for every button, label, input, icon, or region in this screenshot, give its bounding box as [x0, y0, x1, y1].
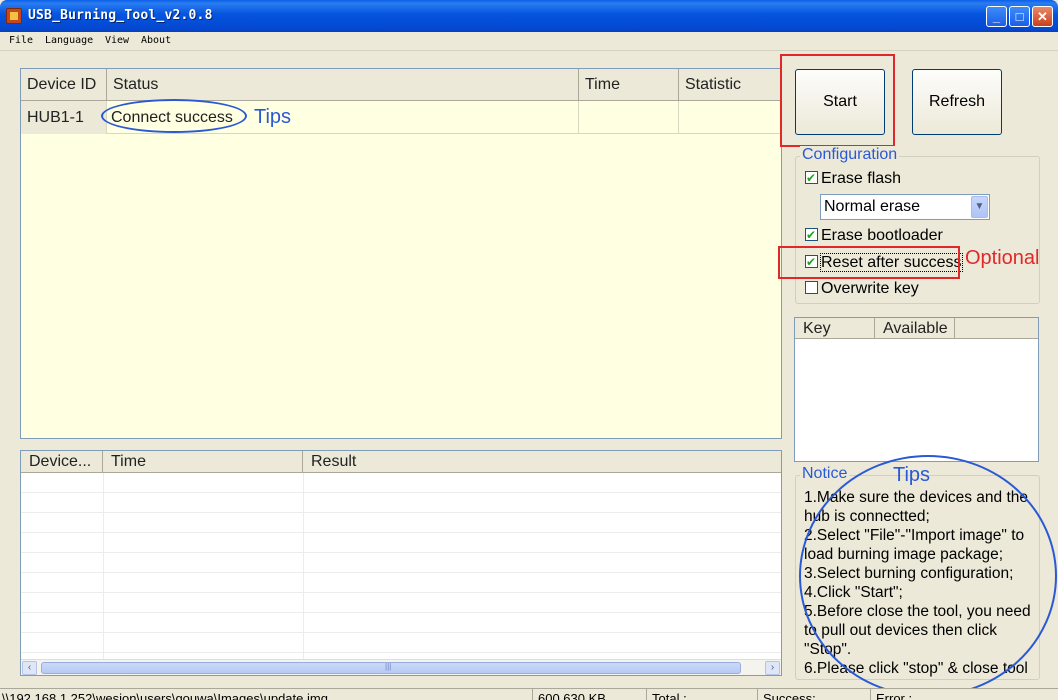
column-status[interactable]: Status — [107, 69, 579, 101]
horizontal-scrollbar[interactable]: ‹ ||| › — [21, 659, 781, 675]
configuration-legend: Configuration — [800, 146, 900, 164]
status-success: Success: — [763, 691, 816, 700]
tips-ellipse-status — [101, 99, 247, 133]
list-item — [21, 593, 781, 613]
status-divider — [870, 689, 871, 700]
chevron-down-icon[interactable]: ▼ — [971, 196, 988, 218]
menu-about[interactable]: About — [141, 35, 171, 46]
menu-view[interactable]: View — [105, 35, 129, 46]
cell-device-id: HUB1-1 — [21, 101, 107, 134]
key-list-header: Key Available — [795, 318, 1038, 339]
status-error: Error : — [876, 691, 913, 700]
list-item — [21, 553, 781, 573]
status-image-path: \\192.168.1.252\wesion\users\gouwa\Image… — [2, 691, 328, 700]
refresh-button[interactable]: Refresh — [912, 69, 1002, 135]
scroll-right-icon[interactable]: › — [765, 661, 780, 675]
list-item — [21, 573, 781, 593]
checkbox-icon[interactable] — [805, 225, 818, 245]
erase-bootloader-label: Erase bootloader — [821, 227, 943, 244]
log-grid[interactable]: Device... Time Result ‹ ||| › — [20, 450, 782, 676]
cell-statistic — [679, 101, 781, 134]
menu-bar: File Language View About — [0, 32, 1058, 51]
maximize-button[interactable]: □ — [1009, 6, 1030, 27]
log-grid-header: Device... Time Result — [21, 451, 781, 473]
tips-label-notice: Tips — [893, 464, 931, 486]
list-item — [21, 473, 781, 493]
menu-language[interactable]: Language — [45, 35, 93, 46]
list-item — [21, 533, 781, 553]
status-divider — [646, 689, 647, 700]
status-divider — [532, 689, 533, 700]
window-title: USB_Burning_Tool_v2.0.8 — [28, 8, 213, 23]
erase-bootloader-checkbox[interactable]: Erase bootloader — [805, 225, 943, 246]
checkbox-icon[interactable] — [805, 281, 818, 294]
optional-highlight — [778, 246, 960, 279]
status-bar: \\192.168.1.252\wesion\users\gouwa\Image… — [0, 688, 1058, 700]
column-available[interactable]: Available — [875, 318, 955, 339]
tips-ellipse-notice — [799, 455, 1057, 697]
optional-label: Optional — [965, 247, 1040, 269]
status-total: Total : — [652, 691, 687, 700]
scroll-left-icon[interactable]: ‹ — [22, 661, 37, 675]
scroll-grip-icon: ||| — [385, 662, 392, 671]
overwrite-key-checkbox[interactable]: Overwrite key — [805, 279, 919, 299]
column-log-time[interactable]: Time — [103, 451, 303, 473]
key-list[interactable]: Key Available — [794, 317, 1039, 462]
column-result[interactable]: Result — [303, 451, 781, 473]
erase-mode-select[interactable]: Normal erase ▼ — [820, 194, 990, 220]
column-time[interactable]: Time — [579, 69, 679, 101]
column-statistic[interactable]: Statistic — [679, 69, 781, 101]
column-device[interactable]: Device... — [21, 451, 103, 473]
tips-label-status: Tips — [254, 106, 292, 128]
close-button[interactable]: ✕ — [1032, 6, 1053, 27]
title-bar: USB_Burning_Tool_v2.0.8 _ □ ✕ — [0, 0, 1058, 32]
column-device-id[interactable]: Device ID — [21, 69, 107, 101]
overwrite-key-label: Overwrite key — [821, 280, 919, 297]
status-divider — [757, 689, 758, 700]
device-grid-header: Device ID Status Time Statistic — [21, 69, 781, 101]
column-divider — [303, 473, 304, 659]
app-icon — [6, 8, 22, 24]
checkbox-icon[interactable] — [805, 168, 818, 188]
list-item — [21, 633, 781, 653]
erase-flash-label: Erase flash — [821, 170, 902, 187]
start-highlight — [780, 54, 895, 147]
notice-legend: Notice — [800, 465, 850, 483]
status-image-size: 600,630 KB — [538, 691, 606, 700]
minimize-button[interactable]: _ — [986, 6, 1007, 27]
list-item — [21, 513, 781, 533]
list-item — [21, 493, 781, 513]
erase-mode-value: Normal erase — [824, 198, 921, 215]
menu-file[interactable]: File — [9, 35, 33, 46]
column-key[interactable]: Key — [795, 318, 875, 339]
cell-time — [579, 101, 679, 134]
column-divider — [103, 473, 104, 659]
list-item — [21, 613, 781, 633]
erase-flash-checkbox[interactable]: Erase flash — [805, 168, 902, 189]
